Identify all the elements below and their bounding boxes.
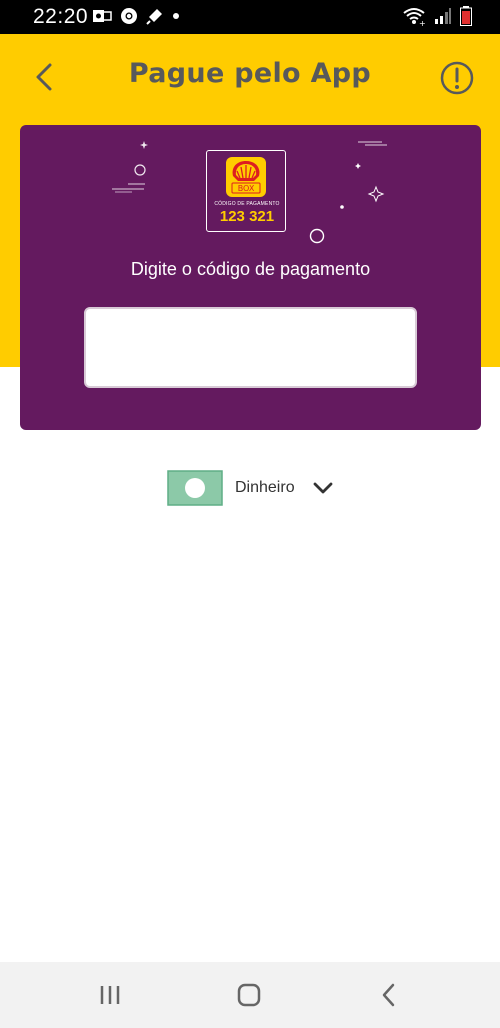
back-icon [382,983,395,1007]
microphone-icon [146,9,162,25]
status-notifications [92,7,180,25]
dot-icon [173,13,179,19]
signal-icon [435,8,451,24]
payment-code-card: BOX CÓDIGO DE PAGAMENTO 123 321 Digite o… [20,125,481,430]
page-title: Pague pelo App [128,58,372,89]
outlook-icon [93,10,112,22]
recent-apps-icon [100,986,120,1004]
svg-text:+: + [419,19,426,26]
status-bar: 22:20 + [0,0,500,34]
chevron-down-icon [313,482,332,494]
status-system: + [402,6,472,26]
recent-apps-button[interactable] [90,980,130,1010]
shell-logo-icon: BOX [226,157,266,197]
payment-code-input[interactable] [84,307,417,388]
alert-circle-icon [440,61,474,95]
system-nav-bar [0,962,500,1028]
logo-brand-text: BOX [238,184,255,193]
logo-caption: CÓDIGO DE PAGAMENTO [214,201,280,207]
money-bill-icon [167,470,223,506]
home-icon [237,983,261,1007]
system-back-button[interactable] [369,980,409,1010]
payment-method-selector[interactable]: Dinheiro [167,470,333,506]
logo-code: 123 321 [219,208,275,225]
info-button[interactable] [440,61,474,95]
payment-code-label: Digite o código de pagamento [130,259,371,279]
shell-box-logo: BOX CÓDIGO DE PAGAMENTO 123 321 [206,150,286,232]
home-button[interactable] [229,980,269,1010]
wifi-icon: + [403,8,426,26]
payment-method-label: Dinheiro [235,479,295,496]
chrome-icon [121,8,137,24]
battery-icon [460,6,472,26]
status-time: 22:20 [33,5,89,28]
